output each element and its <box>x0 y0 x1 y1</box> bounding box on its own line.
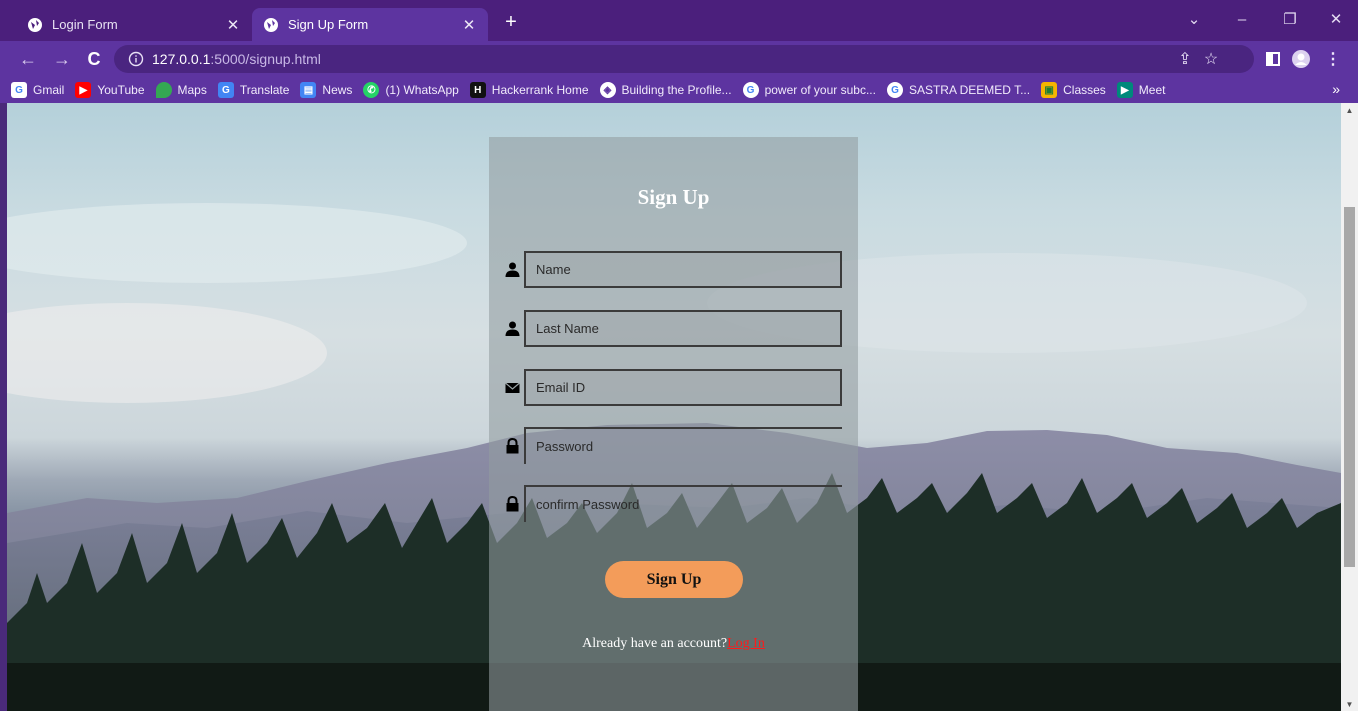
more-bookmarks-icon[interactable]: » <box>1332 81 1340 97</box>
meet-icon: ▶ <box>1116 82 1133 98</box>
bookmark-label: power of your subc... <box>764 83 876 97</box>
confirm-password-field[interactable] <box>524 485 842 522</box>
youtube-icon: ▶ <box>75 82 92 98</box>
tab-login-form[interactable]: Login Form ✕ <box>16 8 252 41</box>
close-tab-icon[interactable]: ✕ <box>224 16 242 34</box>
bookmark-label: Classes <box>1063 83 1106 97</box>
password-row <box>489 427 858 467</box>
password-input[interactable] <box>526 429 842 464</box>
scrollbar-thumb[interactable] <box>1344 207 1355 567</box>
tab-search-icon[interactable]: ⌄ <box>1180 8 1208 30</box>
google-icon: G <box>742 82 759 98</box>
sign-up-button[interactable]: Sign Up <box>605 561 743 598</box>
google-icon: G <box>886 82 903 98</box>
last-name-input[interactable] <box>526 312 840 345</box>
email-row <box>489 369 858 409</box>
url-path: :5000/signup.html <box>210 51 321 67</box>
name-input[interactable] <box>526 253 840 286</box>
bookmark-label: News <box>322 83 353 97</box>
restore-button[interactable]: ❐ <box>1276 8 1304 30</box>
signin-prompt: Already have an account?Log In <box>489 636 858 652</box>
bookmark-label: Building the Profile... <box>621 83 732 97</box>
bookmark-classes[interactable]: ▣ Classes <box>1041 82 1106 98</box>
confirm-password-input[interactable] <box>526 487 842 522</box>
name-row <box>489 251 858 291</box>
confirm-password-row <box>489 485 858 525</box>
user-icon <box>505 262 520 278</box>
maps-icon <box>155 82 172 98</box>
last-name-field[interactable] <box>524 310 842 347</box>
last-name-row <box>489 310 858 350</box>
bookmark-news[interactable]: ▤ News <box>300 82 352 98</box>
bookmark-gmail[interactable]: G Gmail <box>11 82 64 98</box>
signin-text: Already have an account? <box>582 636 728 651</box>
lock-icon <box>505 495 520 512</box>
bookmark-label: Hackerrank Home <box>491 83 589 97</box>
password-field[interactable] <box>524 427 842 464</box>
bookmarks-bar: G Gmail ▶ YouTube Maps G Translate ▤ New… <box>0 77 1358 103</box>
info-icon[interactable] <box>128 51 144 67</box>
page-scrollbar[interactable]: ▲ ▼ <box>1341 103 1358 711</box>
translate-icon: G <box>217 82 234 98</box>
tab-title: Login Form <box>52 17 118 32</box>
back-button[interactable]: ← <box>16 47 40 71</box>
tab-title: Sign Up Form <box>288 17 369 32</box>
bookmark-label: Translate <box>239 83 290 97</box>
user-icon <box>505 321 520 337</box>
globe-icon <box>27 17 43 33</box>
globe-icon: ◈ <box>599 82 616 98</box>
google-icon: G <box>11 82 27 98</box>
scroll-down-icon[interactable]: ▼ <box>1341 697 1358 711</box>
classroom-icon: ▣ <box>1041 82 1058 98</box>
browser-toolbar: ← → C 127.0.0.1:5000/signup.html ⇪ ☆ ⋮ <box>0 41 1358 77</box>
share-icon[interactable]: ⇪ <box>1174 48 1196 70</box>
name-field[interactable] <box>524 251 842 288</box>
reload-button[interactable]: C <box>82 47 106 71</box>
bookmark-translate[interactable]: G Translate <box>217 82 290 98</box>
globe-icon <box>263 17 279 33</box>
bookmark-label: Gmail <box>33 83 65 97</box>
signup-card: Sign Up Name Last Name Email ID Sign Up … <box>489 137 858 711</box>
bookmark-label: (1) WhatsApp <box>385 83 459 97</box>
scroll-up-icon[interactable]: ▲ <box>1341 103 1358 117</box>
envelope-icon <box>505 380 520 396</box>
tab-sign-up-form[interactable]: Sign Up Form ✕ <box>252 8 488 41</box>
bookmark-label: YouTube <box>97 83 145 97</box>
news-icon: ▤ <box>300 82 317 98</box>
bookmark-label: Maps <box>177 83 207 97</box>
bookmark-label: SASTRA DEEMED T... <box>908 83 1031 97</box>
form-title: Sign Up <box>637 185 710 209</box>
bookmark-hackerrank[interactable]: H Hackerrank Home <box>469 82 589 98</box>
bookmark-star-icon[interactable]: ☆ <box>1200 48 1222 70</box>
url-host: 127.0.0.1 <box>152 51 211 67</box>
bookmark-sastra[interactable]: G SASTRA DEEMED T... <box>886 82 1031 98</box>
bookmark-meet[interactable]: ▶ Meet <box>1116 82 1166 98</box>
bookmark-maps[interactable]: Maps <box>155 82 207 98</box>
email-input[interactable] <box>526 371 840 404</box>
new-tab-button[interactable]: + <box>500 11 522 33</box>
bookmark-building-profile[interactable]: ◈ Building the Profile... <box>599 82 732 98</box>
hackerrank-icon: H <box>469 82 486 98</box>
url-text: 127.0.0.1:5000/signup.html <box>152 51 321 67</box>
address-bar[interactable]: 127.0.0.1:5000/signup.html <box>114 45 1254 73</box>
login-link[interactable]: Log In <box>727 636 765 651</box>
lock-icon <box>505 437 520 454</box>
whatsapp-icon: ✆ <box>363 82 380 98</box>
page-viewport: Sign Up Name Last Name Email ID Sign Up … <box>7 103 1341 711</box>
bookmark-whatsapp[interactable]: ✆ (1) WhatsApp <box>363 82 459 98</box>
close-tab-icon[interactable]: ✕ <box>460 16 478 34</box>
menu-kebab-icon[interactable]: ⋮ <box>1322 48 1344 70</box>
bookmark-power-subconscious[interactable]: G power of your subc... <box>742 82 876 98</box>
minimize-button[interactable]: – <box>1228 8 1256 30</box>
bookmark-label: Meet <box>1138 83 1166 97</box>
tab-strip: Login Form ✕ Sign Up Form ✕ + ⌄ – ❐ ✕ <box>0 0 1358 41</box>
bookmark-youtube[interactable]: ▶ YouTube <box>75 82 145 98</box>
profile-avatar[interactable] <box>1290 48 1312 70</box>
forward-button[interactable]: → <box>50 47 74 71</box>
email-field[interactable] <box>524 369 842 406</box>
side-panel-icon[interactable] <box>1262 48 1284 70</box>
close-window-button[interactable]: ✕ <box>1322 8 1350 30</box>
